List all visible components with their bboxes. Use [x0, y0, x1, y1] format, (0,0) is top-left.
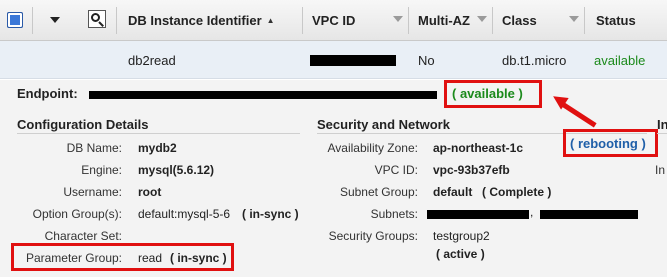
column-filter-icon[interactable] — [477, 16, 487, 22]
availability-zone-label: Availability Zone: — [327, 141, 419, 155]
security-group-link[interactable]: testgroup2 — [433, 229, 490, 243]
row-db-instance-identifier: db2read — [128, 52, 176, 68]
subnet-group-status: ( Complete ) — [482, 185, 552, 199]
endpoint-label: Endpoint: — [17, 86, 78, 101]
sort-ascending-icon[interactable]: ▲ — [267, 16, 275, 25]
column-separator — [32, 7, 33, 34]
subnet-group-value: default — [433, 185, 473, 199]
subnets-separator: , — [530, 205, 534, 219]
character-set-label: Character Set: — [44, 229, 122, 243]
option-group-label: Option Group(s): — [32, 207, 122, 221]
section-divider — [17, 133, 300, 134]
column-header-label: Class — [502, 13, 537, 28]
column-header-label: Status — [596, 13, 636, 28]
row-select-checkbox[interactable] — [7, 12, 23, 28]
column-header-label: VPC ID — [312, 13, 356, 28]
column-header-db-instance-identifier[interactable]: DB Instance Identifier ▲ — [128, 0, 275, 41]
column-separator — [302, 7, 303, 34]
db-name-label: DB Name: — [66, 141, 122, 155]
column-header-label: Multi-AZ — [418, 13, 470, 28]
magnifier-icon[interactable] — [88, 10, 106, 28]
engine-value: mysql(5.6.12) — [138, 163, 215, 177]
subnets-label: Subnets: — [370, 207, 418, 221]
redacted-subnet — [427, 210, 529, 219]
column-separator — [492, 7, 493, 34]
column-header-label: DB Instance Identifier — [128, 13, 262, 28]
column-filter-icon[interactable] — [569, 16, 579, 22]
column-separator — [116, 7, 117, 34]
column-header-class[interactable]: Class — [502, 0, 537, 41]
redacted-endpoint — [89, 91, 437, 99]
highlight-box — [444, 80, 542, 108]
column-separator — [584, 7, 585, 34]
username-label: Username: — [63, 185, 122, 199]
row-multi-az: No — [418, 52, 435, 68]
column-header-multi-az[interactable]: Multi-AZ — [418, 0, 470, 41]
expand-row-caret-icon[interactable] — [50, 17, 60, 23]
section-title-security-network: Security and Network — [317, 117, 450, 132]
db-name-value: mydb2 — [138, 141, 177, 155]
section-divider — [657, 133, 667, 134]
column-filter-icon[interactable] — [393, 16, 403, 22]
redacted-vpc-id — [310, 55, 396, 66]
partial-label: In — [655, 163, 666, 177]
section-title-partial: In — [657, 117, 667, 132]
column-header-vpc-id[interactable]: VPC ID — [312, 0, 355, 41]
security-groups-label: Security Groups: — [328, 229, 418, 243]
redacted-subnet — [540, 210, 638, 219]
username-value: root — [138, 185, 162, 199]
highlight-box — [11, 243, 234, 271]
row-class: db.t1.micro — [502, 52, 567, 68]
option-group-status: ( in-sync ) — [242, 207, 299, 221]
column-separator — [408, 7, 409, 34]
section-title-configuration: Configuration Details — [17, 117, 149, 132]
highlight-box — [563, 129, 658, 157]
subnet-group-label: Subnet Group: — [339, 185, 418, 199]
vpc-id-value: vpc-93b37efb — [433, 163, 510, 177]
vpc-id-label: VPC ID: — [374, 163, 418, 177]
security-group-status: ( active ) — [436, 247, 485, 261]
engine-label: Engine: — [81, 163, 122, 177]
column-header-status[interactable]: Status — [596, 0, 636, 41]
row-status: available — [594, 52, 646, 68]
availability-zone-value: ap-northeast-1c — [433, 141, 524, 155]
option-group-link[interactable]: default:mysql-5-6 — [138, 207, 230, 221]
